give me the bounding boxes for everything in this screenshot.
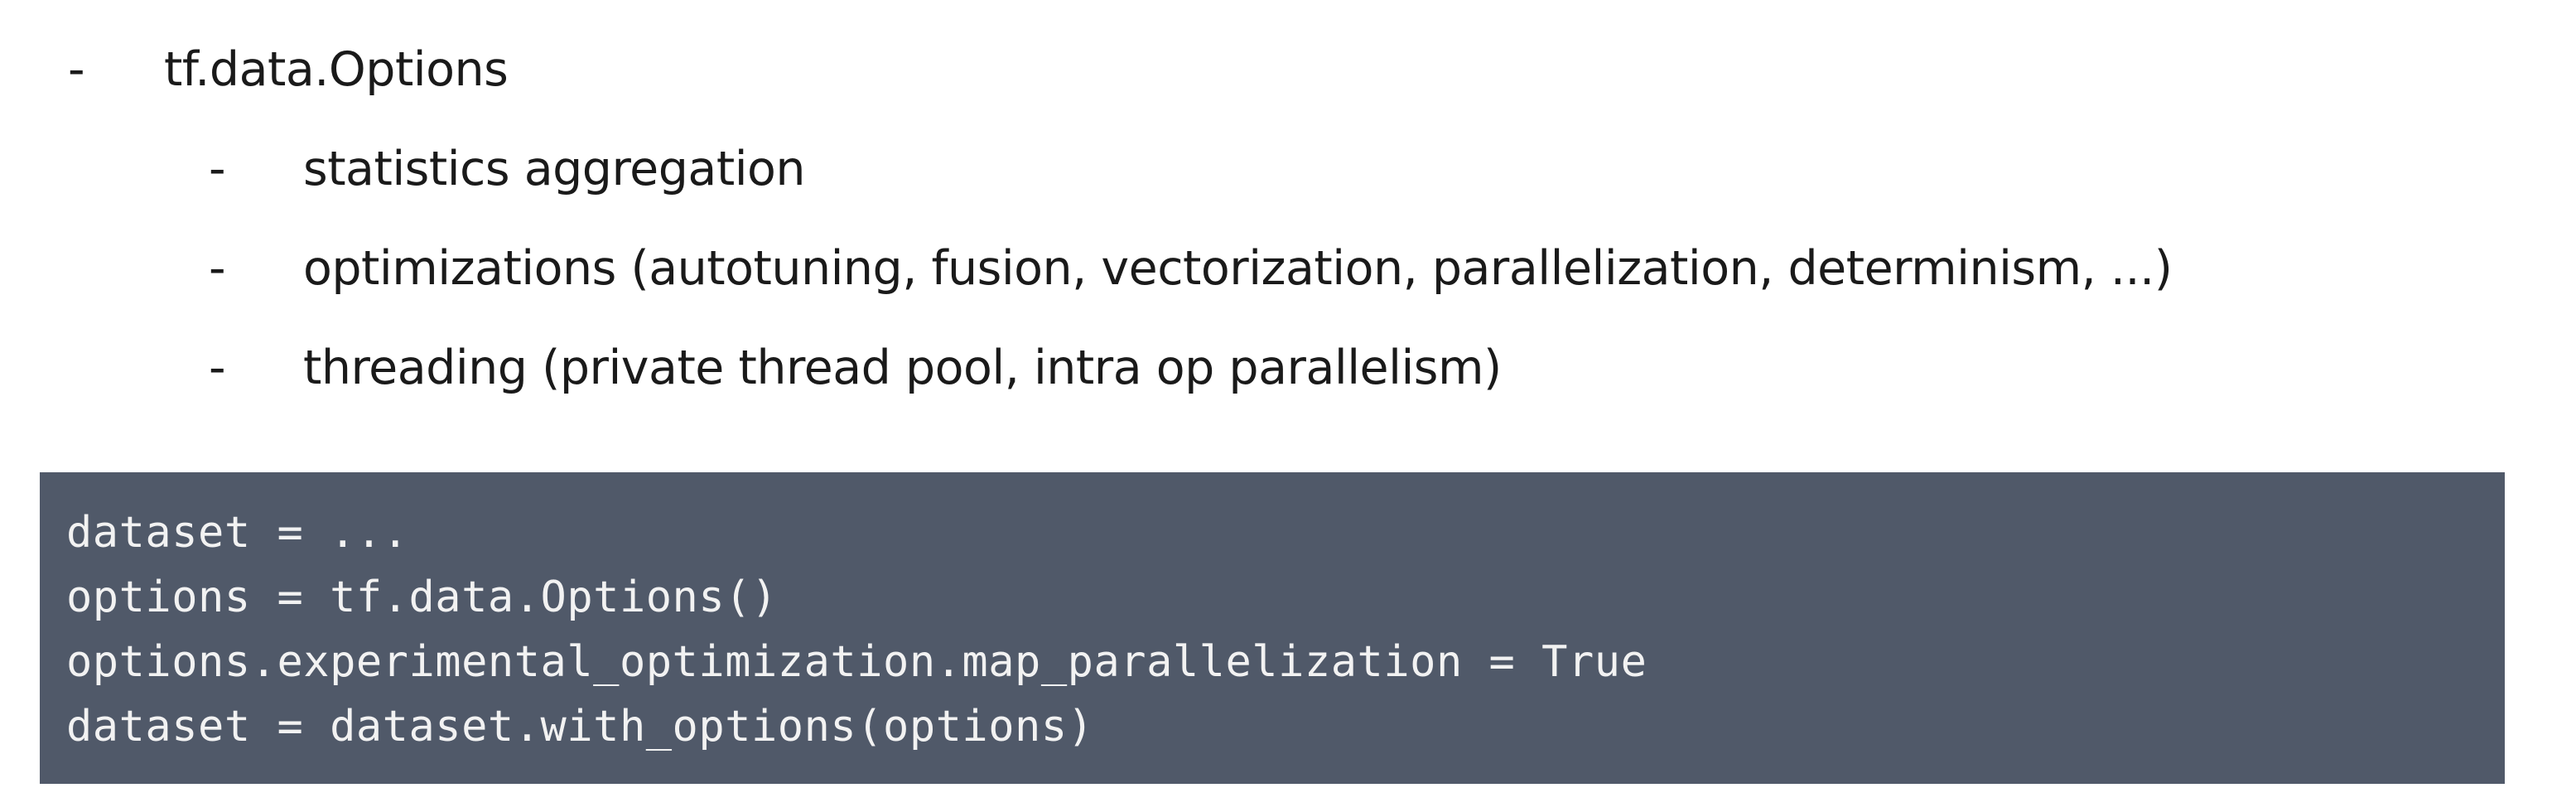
bullet-sub-text: threading (private thread pool, intra op… <box>303 341 1502 395</box>
bullet-sub-text: statistics aggregation <box>303 142 806 196</box>
code-line: dataset = dataset.with_options(options) <box>66 702 1094 752</box>
bullet-dash: - <box>209 241 226 296</box>
code-line: options.experimental_optimization.map_pa… <box>66 637 1647 687</box>
bullet-dash: - <box>209 341 226 395</box>
code-line: dataset = ... <box>66 508 409 558</box>
bullet-main-text: tf.data.Options <box>164 42 509 97</box>
code-block: dataset = ... options = tf.data.Options(… <box>40 472 2505 784</box>
code-line: options = tf.data.Options() <box>66 573 778 622</box>
bullet-dash: - <box>209 142 226 196</box>
bullet-sub-text: optimizations (autotuning, fusion, vecto… <box>303 241 2173 296</box>
bullet-dash: - <box>68 42 85 97</box>
slide: - tf.data.Options - statistics aggregati… <box>0 0 2576 812</box>
